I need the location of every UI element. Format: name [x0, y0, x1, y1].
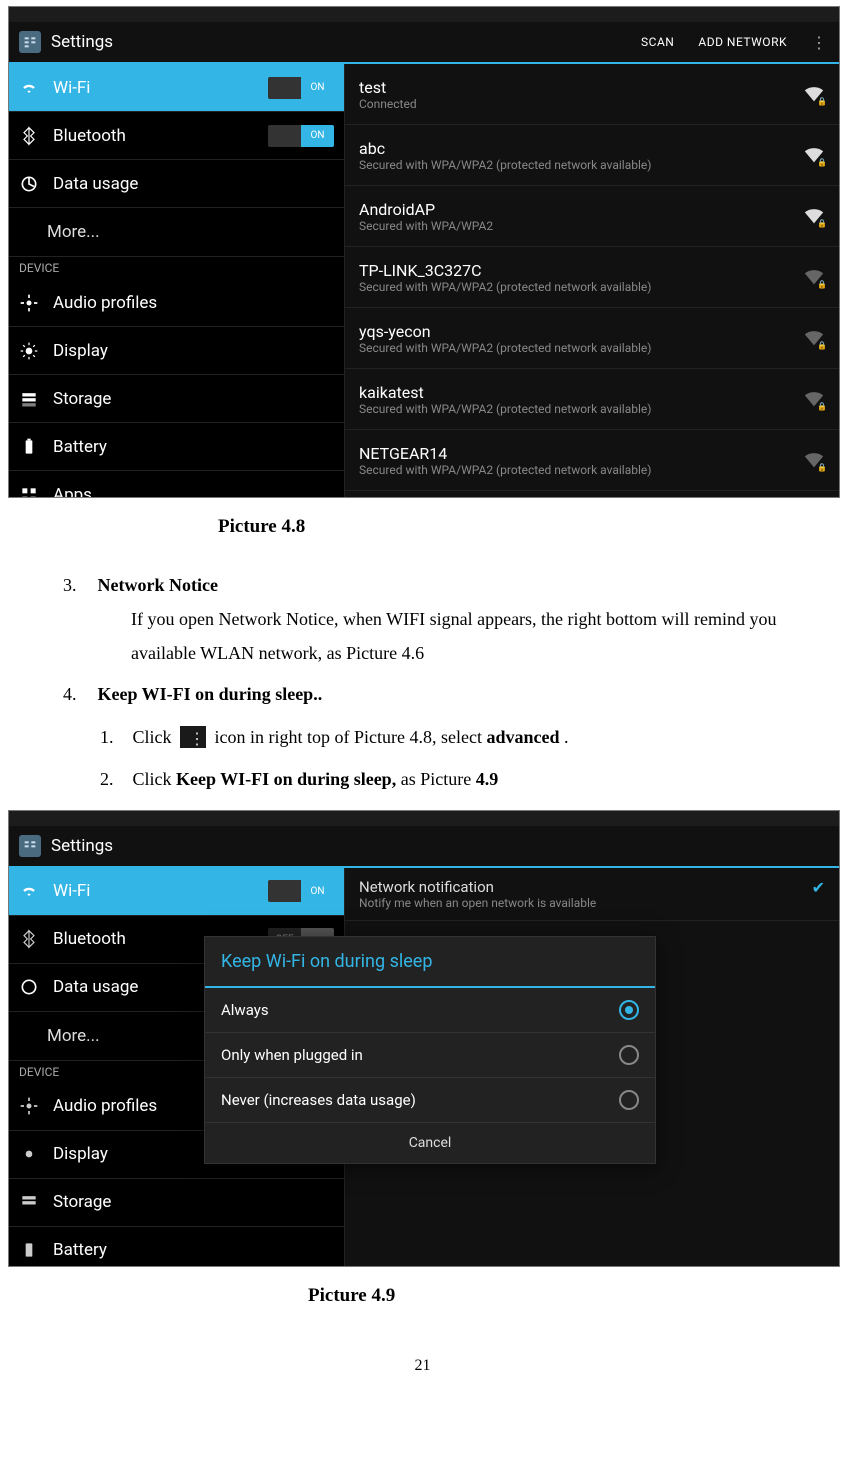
lock-icon: 🔒	[817, 463, 827, 472]
wifi-security-label: Connected	[359, 97, 793, 111]
wifi-ssid: TP-LINK_3C327C	[359, 261, 793, 280]
dialog-option-label: Always	[221, 1001, 619, 1019]
wifi-network-item[interactable]: NETGEAR14Secured with WPA/WPA2 (protecte…	[345, 430, 839, 491]
bluetooth-toggle[interactable]: ON	[268, 125, 334, 147]
dialog-option[interactable]: Always	[205, 988, 655, 1033]
action-bar-title: Settings	[51, 32, 113, 52]
sublist-item-1: 1. Click icon in right top of Picture 4.…	[100, 721, 837, 753]
wifi-security-label: Secured with WPA/WPA2 (protected network…	[359, 463, 793, 477]
category-display[interactable]: Display	[9, 327, 344, 375]
figure-4-8: Settings SCAN ADD NETWORK ⋮ Wi-Fi ON	[8, 6, 840, 498]
wifi-security-label: Secured with WPA/WPA2	[359, 219, 793, 233]
wifi-signal-icon: 🔒	[803, 328, 825, 348]
settings-category-list: Wi-Fi ON Bluetooth ON	[9, 64, 345, 498]
category-bluetooth[interactable]: Bluetooth ON	[9, 112, 344, 160]
category-battery[interactable]: Battery	[9, 423, 344, 471]
category-audio-profiles[interactable]: Audio profiles	[9, 279, 344, 327]
audio-profiles-icon	[19, 293, 39, 313]
wifi-ssid: NETGEAR14	[359, 444, 793, 463]
category-data-usage[interactable]: Data usage	[9, 160, 344, 208]
wifi-signal-icon: 🔒	[803, 145, 825, 165]
wifi-network-item[interactable]: AndroidAPSecured with WPA/WPA2 🔒	[345, 186, 839, 247]
document-body-text: Picture 4.8 3. Network Notice If you ope…	[8, 516, 837, 796]
document-body-text: Picture 4.9	[8, 1285, 837, 1307]
wifi-ssid: yqs-yecon	[359, 322, 793, 341]
wifi-security-label: Secured with WPA/WPA2 (protected network…	[359, 341, 793, 355]
wifi-icon	[19, 78, 39, 98]
category-storage[interactable]: Storage	[9, 375, 344, 423]
category-label: Wi-Fi	[53, 78, 268, 98]
keep-wifi-sleep-dialog: Keep Wi-Fi on during sleep Always Only wh…	[204, 936, 656, 1164]
wifi-ssid: kaikatest	[359, 383, 793, 402]
wifi-security-label: Secured with WPA/WPA2 (protected network…	[359, 158, 793, 172]
wifi-ssid: abc	[359, 139, 793, 158]
wifi-network-item[interactable]: DOA-test	[345, 491, 839, 498]
action-bar: Settings SCAN ADD NETWORK ⋮	[9, 22, 839, 64]
wifi-network-item[interactable]: testConnected 🔒	[345, 64, 839, 125]
scan-button[interactable]: SCAN	[629, 35, 686, 49]
category-apps[interactable]: Apps	[9, 471, 344, 498]
category-label: Display	[53, 341, 344, 361]
wifi-network-list: testConnected🔒abcSecured with WPA/WPA2 (…	[345, 64, 839, 498]
wifi-network-item[interactable]: abcSecured with WPA/WPA2 (protected netw…	[345, 125, 839, 186]
lock-icon: 🔒	[817, 219, 827, 228]
radio-icon	[619, 1090, 639, 1110]
category-label: Battery	[53, 437, 344, 457]
wifi-ssid: AndroidAP	[359, 200, 793, 219]
dialog-cancel-button[interactable]: Cancel	[205, 1123, 655, 1163]
radio-icon	[619, 1000, 639, 1020]
wifi-signal-icon: 🔒	[803, 389, 825, 409]
wifi-signal-icon: 🔒	[803, 450, 825, 470]
status-bar	[9, 7, 839, 22]
lock-icon: 🔒	[817, 341, 827, 350]
figure-caption: Picture 4.8	[218, 516, 837, 538]
dialog-option-label: Only when plugged in	[221, 1046, 619, 1064]
dialog-option[interactable]: Never (increases data usage)	[205, 1078, 655, 1123]
settings-app-icon	[19, 31, 41, 53]
category-label: Data usage	[53, 174, 344, 194]
list-item-3: 3. Network Notice If you open Network No…	[63, 568, 837, 671]
category-label: Storage	[53, 389, 344, 409]
wifi-signal-icon: 🔒	[803, 267, 825, 287]
add-network-button[interactable]: ADD NETWORK	[686, 35, 799, 49]
wifi-ssid: test	[359, 78, 793, 97]
dialog-backdrop: Keep Wi-Fi on during sleep Always Only wh…	[9, 811, 839, 1266]
wifi-signal-icon: 🔒	[803, 206, 825, 226]
data-usage-icon	[19, 174, 39, 194]
dialog-title: Keep Wi-Fi on during sleep	[205, 937, 655, 988]
apps-icon	[19, 485, 39, 499]
category-wifi[interactable]: Wi-Fi ON	[9, 64, 344, 112]
section-device: DEVICE	[9, 257, 344, 279]
lock-icon: 🔒	[817, 402, 827, 411]
figure-caption: Picture 4.9	[308, 1285, 837, 1307]
lock-icon: 🔒	[817, 280, 827, 289]
dialog-option-label: Never (increases data usage)	[221, 1091, 619, 1109]
figure-4-9: Settings Wi-Fi ON Bluetoo	[8, 810, 840, 1267]
sublist-item-2: 2. Click Keep WI-FI on during sleep, as …	[100, 763, 837, 795]
storage-icon	[19, 389, 39, 409]
display-icon	[19, 341, 39, 361]
category-label: Bluetooth	[53, 126, 268, 146]
radio-icon	[619, 1045, 639, 1065]
category-label: Apps	[53, 485, 344, 499]
list-item-4: 4. Keep WI-FI on during sleep..	[63, 677, 837, 711]
bluetooth-icon	[19, 126, 39, 146]
wifi-network-item[interactable]: yqs-yeconSecured with WPA/WPA2 (protecte…	[345, 308, 839, 369]
dialog-option[interactable]: Only when plugged in	[205, 1033, 655, 1078]
overflow-menu-icon[interactable]: ⋮	[799, 33, 839, 52]
overflow-menu-icon-inline	[180, 726, 206, 748]
lock-icon: 🔒	[817, 97, 827, 106]
wifi-security-label: Secured with WPA/WPA2 (protected network…	[359, 402, 793, 416]
battery-icon	[19, 437, 39, 457]
wifi-network-item[interactable]: kaikatestSecured with WPA/WPA2 (protecte…	[345, 369, 839, 430]
category-more[interactable]: More...	[9, 208, 344, 257]
page-number: 21	[8, 1357, 837, 1375]
wifi-signal-icon: 🔒	[803, 84, 825, 104]
wifi-security-label: Secured with WPA/WPA2 (protected network…	[359, 280, 793, 294]
wifi-network-item[interactable]: TP-LINK_3C327CSecured with WPA/WPA2 (pro…	[345, 247, 839, 308]
wifi-toggle[interactable]: ON	[268, 77, 334, 99]
category-label: Audio profiles	[53, 293, 344, 313]
lock-icon: 🔒	[817, 158, 827, 167]
